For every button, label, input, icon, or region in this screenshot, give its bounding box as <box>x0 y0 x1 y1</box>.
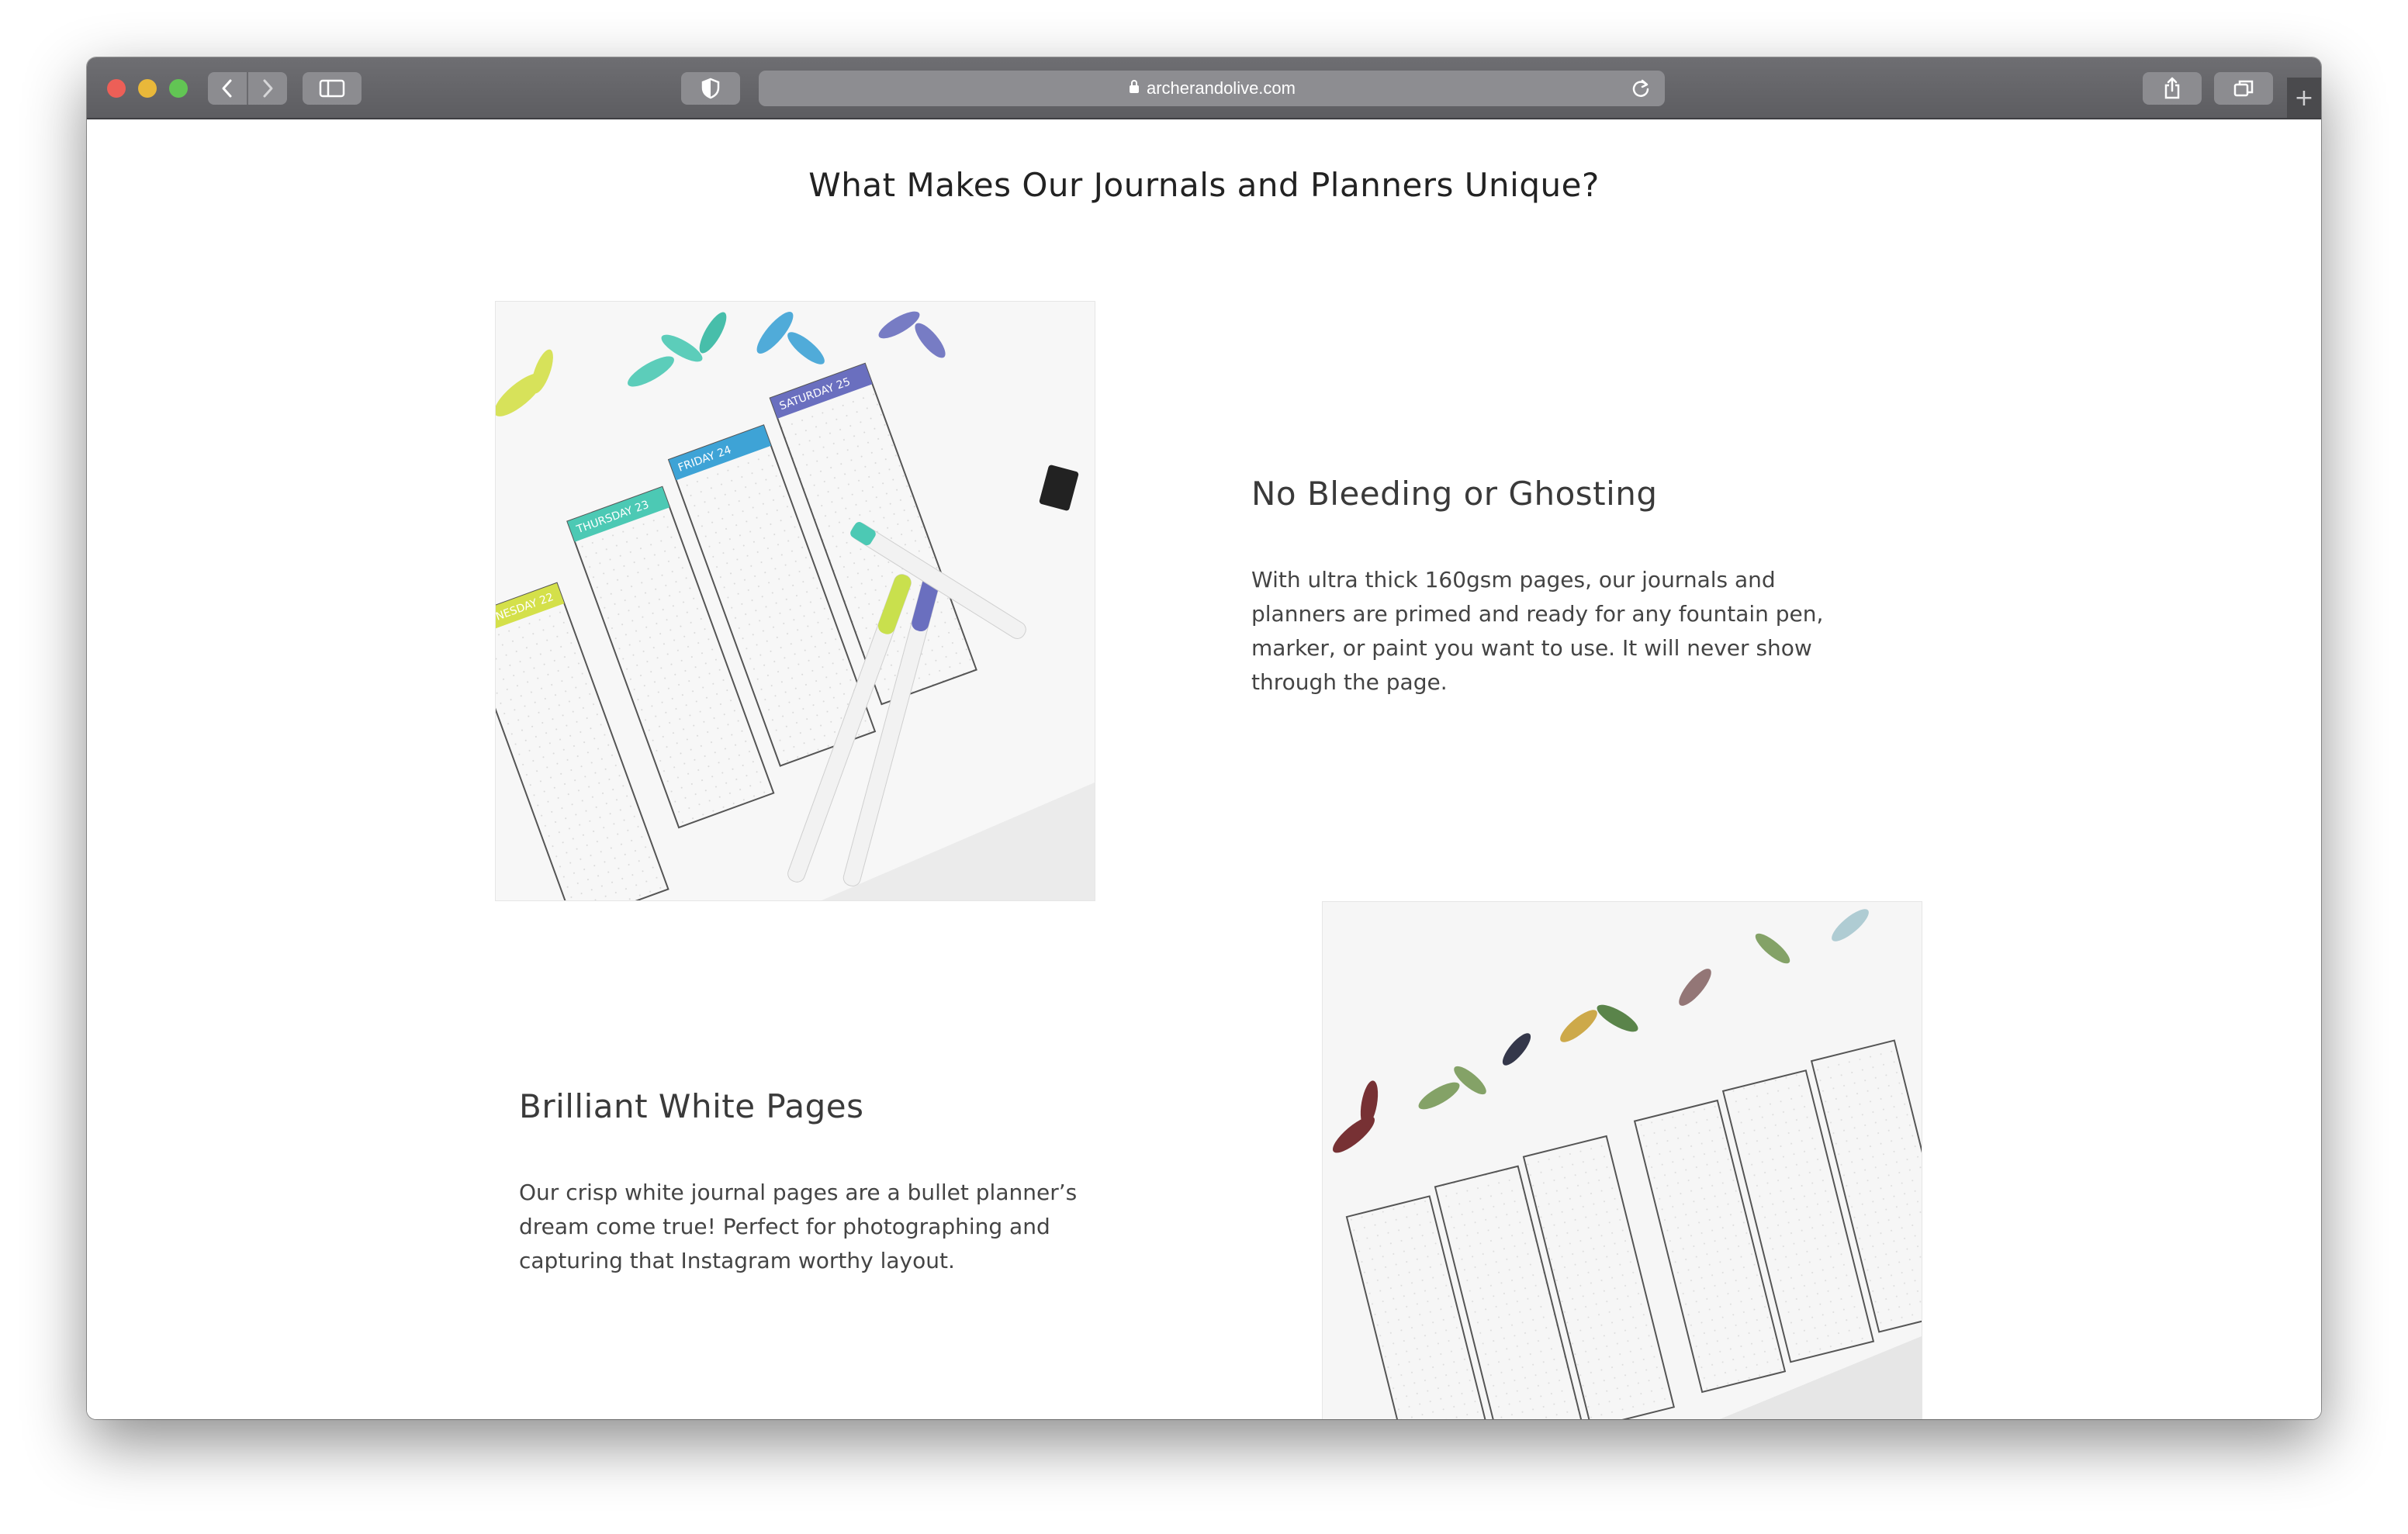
tab-overview-button[interactable] <box>2214 72 2273 105</box>
body-line: through the page. <box>1251 669 1448 695</box>
url-text: archerandolive.com <box>1147 78 1296 98</box>
body-line: Our crisp white journal pages are a bull… <box>519 1180 1078 1205</box>
body-line: capturing that Instagram worthy layout. <box>519 1248 955 1273</box>
share-icon <box>2164 77 2180 99</box>
sidebar-icon <box>319 79 345 98</box>
body-line: dream come true! Perfect for photographi… <box>519 1214 1050 1239</box>
lock-icon <box>1128 78 1140 98</box>
feature-title-white-pages: Brilliant White Pages <box>519 1087 864 1125</box>
close-window-button[interactable] <box>107 79 126 98</box>
chevron-right-icon <box>263 79 273 98</box>
journal-photo-white-pages <box>1322 901 1922 1419</box>
reload-icon <box>1632 79 1649 97</box>
feature-body-white-pages: Our crisp white journal pages are a bull… <box>519 1176 1186 1278</box>
share-button[interactable] <box>2143 72 2202 105</box>
privacy-report-button[interactable] <box>681 72 740 105</box>
address-bar[interactable]: archerandolive.com <box>759 71 1665 106</box>
back-button[interactable] <box>208 72 247 105</box>
journal-photo-colorful: WEDNESDAY 22 THURSDAY 23 FRIDAY 24 SATUR… <box>495 301 1095 901</box>
new-tab-button[interactable]: + <box>2287 78 2321 118</box>
forward-button[interactable] <box>247 72 287 105</box>
page-title: What Makes Our Journals and Planners Uni… <box>808 166 1600 204</box>
browser-toolbar: archerandolive.com + <box>87 57 2321 119</box>
body-line: planners are primed and ready for any fo… <box>1251 601 1824 627</box>
body-line: marker, or paint you want to use. It wil… <box>1251 635 1812 661</box>
browser-window: archerandolive.com + What Makes Our Jour… <box>87 57 2321 1419</box>
minimize-window-button[interactable] <box>138 79 157 98</box>
chevron-left-icon <box>222 79 232 98</box>
tabs-overview-icon <box>2233 80 2254 97</box>
page-content: What Makes Our Journals and Planners Uni… <box>87 119 2321 1419</box>
navigation-buttons <box>208 72 287 105</box>
plus-icon: + <box>2294 84 2314 112</box>
body-line: With ultra thick 160gsm pages, our journ… <box>1251 567 1776 593</box>
feature-body-bleeding: With ultra thick 160gsm pages, our journ… <box>1251 563 1918 700</box>
zoom-window-button[interactable] <box>169 79 188 98</box>
feature-title-bleeding: No Bleeding or Ghosting <box>1251 475 1658 513</box>
shield-icon <box>701 78 720 99</box>
reload-button[interactable] <box>1631 78 1651 103</box>
sidebar-toggle-button[interactable] <box>303 72 362 105</box>
